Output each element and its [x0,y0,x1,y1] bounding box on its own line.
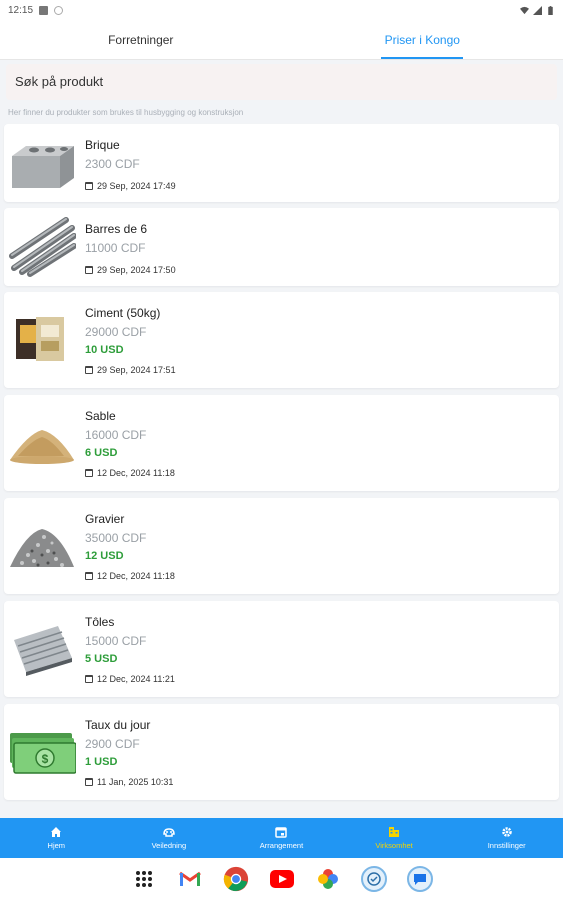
messages-icon[interactable] [406,866,433,892]
product-price-cdf: 16000 CDF [85,428,147,442]
sd-card-icon [39,5,49,15]
sync-off-icon [54,5,64,15]
product-date-text: 12 Dec, 2024 11:18 [97,468,175,478]
calendar-icon [85,366,93,374]
product-price-usd: 1 USD [85,756,118,768]
metal-sheets-image [14,626,72,676]
product-date-text: 29 Sep, 2024 17:51 [97,365,176,375]
rebar-image [9,217,76,277]
nav-label: Innstillinger [487,841,526,850]
product-date: 29 Sep, 2024 17:50 [85,265,176,275]
calendar-icon [85,572,93,580]
status-time: 12:15 [8,4,34,16]
product-info: Ciment (50kg) 29000 CDF 10 USD 29 Sep, 2… [85,306,176,375]
product-info: Barres de 6 11000 CDF 29 Sep, 2024 17:50 [85,222,176,275]
product-price-cdf: 15000 CDF [85,634,147,648]
app-drawer-icon[interactable] [131,866,157,892]
chrome-icon[interactable] [223,866,249,892]
calendar-icon [85,266,93,274]
product-info: Sable 16000 CDF 6 USD 12 Dec, 2024 11:18 [85,409,175,478]
cement-bag-image [16,317,64,361]
nav-veiledning[interactable]: Veiledning [113,818,226,858]
product-name: Barres de 6 [85,222,148,236]
nav-innstillinger[interactable]: Innstillinger [450,818,563,858]
svg-text:$: $ [42,752,49,766]
product-price-cdf: 29000 CDF [85,325,147,339]
product-date-text: 29 Sep, 2024 17:49 [97,181,176,191]
business-icon [389,827,400,837]
wifi-icon [520,6,529,14]
sand-pile-image [10,430,74,464]
product-price-cdf: 35000 CDF [85,531,147,545]
product-card[interactable]: Brique 2300 CDF 29 Sep, 2024 17:49 [4,124,559,202]
guide-icon [163,828,175,837]
product-date-text: 12 Dec, 2024 11:18 [97,571,175,581]
photos-icon[interactable] [315,866,341,892]
nav-hjem[interactable]: Hjem [0,818,113,858]
product-price-usd: 12 USD [85,550,124,562]
product-info: Tôles 15000 CDF 5 USD 12 Dec, 2024 11:21 [85,615,175,684]
calendar-icon [85,182,93,190]
product-name: Tôles [85,615,115,629]
product-date: 29 Sep, 2024 17:49 [85,181,176,191]
product-date-text: 29 Sep, 2024 17:50 [97,265,176,275]
product-card[interactable]: Gravier 35000 CDF 12 USD 12 Dec, 2024 11… [4,498,559,594]
gmail-icon[interactable] [177,866,203,892]
product-card[interactable]: Ciment (50kg) 29000 CDF 10 USD 29 Sep, 2… [4,292,559,388]
product-price-cdf: 11000 CDF [85,241,146,255]
calendar-icon [85,469,93,477]
product-name: Gravier [85,512,125,526]
product-card[interactable]: Tôles 15000 CDF 5 USD 12 Dec, 2024 11:21 [4,601,559,697]
calendar-icon [85,675,93,683]
product-date: 29 Sep, 2024 17:51 [85,365,176,375]
product-card[interactable]: Sable 16000 CDF 6 USD 12 Dec, 2024 11:18 [4,395,559,491]
product-date: 12 Dec, 2024 11:18 [85,571,175,581]
hint-text: Her finner du produkter som brukes til h… [8,108,244,117]
tab-forretninger[interactable]: Forretninger [0,20,282,59]
product-info: Taux du jour 2900 CDF 1 USD 11 Jan, 2025… [85,718,173,787]
search-input[interactable]: Søk på produkt [6,64,557,100]
banknotes-image: $ [10,733,76,774]
gravel-pile-image [10,529,74,567]
product-price-usd: 5 USD [85,653,118,665]
product-date: 12 Dec, 2024 11:21 [85,674,175,684]
tab-bar: Forretninger Priser i Kongo [0,20,563,60]
product-name: Taux du jour [85,718,151,732]
status-bar: 12:15 [0,0,563,20]
product-date: 12 Dec, 2024 11:18 [85,468,175,478]
vpn-app-icon[interactable] [360,866,387,892]
settings-icon [501,827,512,837]
home-icon [51,827,62,837]
nav-arrangement[interactable]: Arrangement [225,818,338,858]
system-app-bar [0,858,563,900]
product-card[interactable]: Barres de 6 11000 CDF 29 Sep, 2024 17:50 [4,208,559,286]
bottom-nav: Hjem Veiledning Arrangement Virksomhet I… [0,818,563,858]
product-info: Brique 2300 CDF 29 Sep, 2024 17:49 [85,138,176,191]
product-date-text: 11 Jan, 2025 10:31 [97,777,174,787]
brick-image [12,146,74,188]
product-date: 11 Jan, 2025 10:31 [85,777,173,787]
product-name: Ciment (50kg) [85,306,161,320]
product-name: Sable [85,409,116,423]
nav-label: Virksomhet [375,841,413,850]
calendar-icon [275,827,288,838]
nav-label: Arrangement [259,841,304,850]
product-info: Gravier 35000 CDF 12 USD 12 Dec, 2024 11… [85,512,175,581]
product-date-text: 12 Dec, 2024 11:21 [97,674,175,684]
nav-label: Veiledning [151,841,187,850]
youtube-icon[interactable] [269,866,295,892]
tab-priser-i-kongo[interactable]: Priser i Kongo [282,20,563,59]
nav-virksomhet[interactable]: Virksomhet [338,818,451,858]
product-price-usd: 6 USD [85,447,118,459]
signal-icon [533,5,542,15]
product-price-usd: 10 USD [85,344,124,356]
product-card[interactable]: $ Taux du jour 2900 CDF 1 USD 11 Jan, 20… [4,704,559,800]
product-price-cdf: 2900 CDF [85,737,140,751]
battery-icon [548,5,553,15]
nav-label: Hjem [47,841,66,850]
calendar-icon [85,778,93,786]
product-price-cdf: 2300 CDF [85,157,140,171]
product-name: Brique [85,138,120,152]
